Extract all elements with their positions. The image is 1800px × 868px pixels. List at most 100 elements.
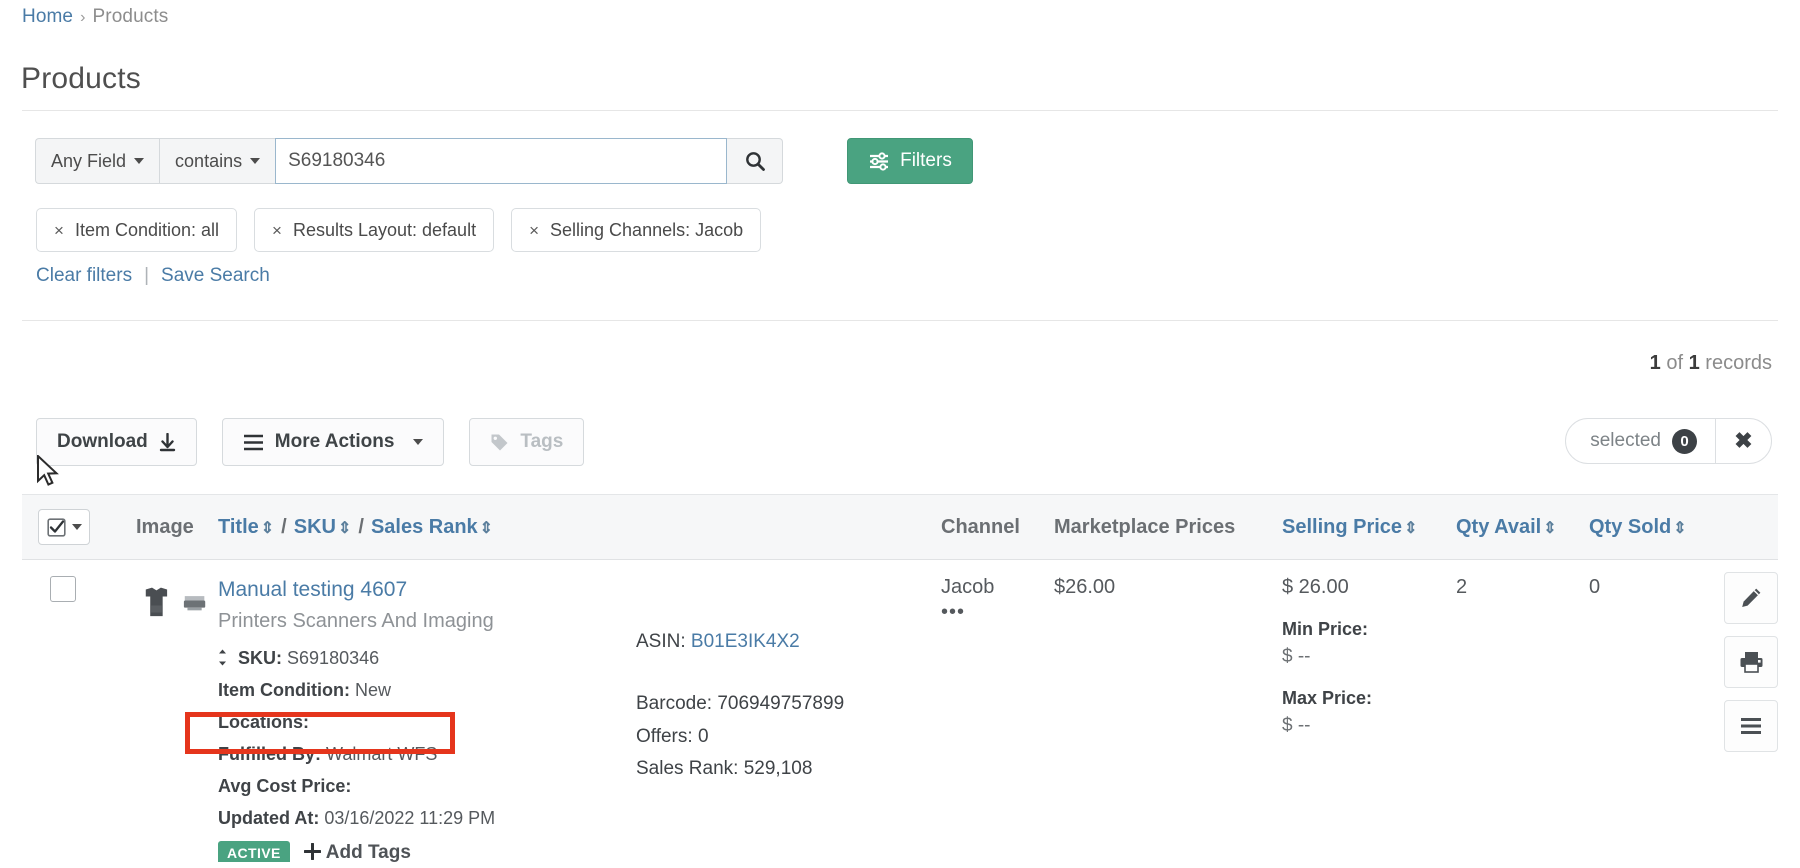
avg-cost-price-label: Avg Cost Price:	[218, 775, 352, 796]
product-offers: Offers: 0	[636, 721, 929, 753]
remove-chip-icon[interactable]: ×	[529, 222, 539, 239]
field-selector-dropdown[interactable]: Any Field	[35, 138, 160, 184]
selected-label: selected	[1590, 430, 1661, 451]
select-all-dropdown[interactable]	[38, 509, 90, 545]
header-selling-price[interactable]: Selling Price ⇕	[1276, 516, 1450, 539]
max-price-value: $ --	[1282, 715, 1311, 736]
channel-more-button[interactable]: •••	[941, 601, 1042, 624]
clear-selection-button[interactable]: ✖	[1715, 419, 1771, 463]
header-slash: /	[358, 515, 364, 538]
operator-selector-label: contains	[175, 150, 243, 171]
row-menu-button[interactable]	[1724, 700, 1778, 752]
row-actions	[1724, 572, 1778, 752]
chevron-down-icon	[134, 158, 145, 164]
filter-chip-selling-channels[interactable]: × Selling Channels: Jacob	[511, 208, 762, 252]
sku-label: SKU:	[238, 648, 283, 669]
link-divider: |	[144, 265, 150, 286]
asin-label: ASIN:	[636, 631, 686, 652]
edit-product-button[interactable]	[1724, 572, 1778, 624]
add-tags-button[interactable]: Add Tags	[303, 841, 411, 864]
updated-at-value: 03/16/2022 11:29 PM	[324, 807, 496, 828]
row-image-cell	[130, 576, 212, 865]
pencil-icon	[1742, 588, 1761, 607]
breadcrumb-home-link[interactable]: Home	[22, 6, 73, 27]
hamburger-icon	[1741, 718, 1761, 734]
download-arrow-icon	[159, 432, 175, 451]
more-actions-button[interactable]: More Actions	[221, 418, 445, 466]
max-price-label: Max Price:	[1282, 688, 1373, 708]
header-selling-price-label: Selling Price	[1282, 515, 1403, 538]
product-category: Printers Scanners And Imaging	[218, 610, 494, 633]
product-thumbnail-group[interactable]	[136, 576, 206, 624]
barcode-value: 706949757899	[717, 693, 845, 715]
print-product-button[interactable]	[1724, 636, 1778, 688]
offers-value: 0	[697, 725, 709, 747]
products-page: Home › Products Products Any Field contain…	[0, 0, 1800, 868]
header-qty-avail[interactable]: Qty Avail ⇕	[1450, 516, 1583, 539]
page-title: Products	[21, 62, 141, 95]
sort-icon: ⇕	[1543, 519, 1557, 537]
records-count: 1 of 1 records	[1650, 352, 1772, 375]
row-identifiers-cell: ASIN: B01E3IK4X2 Barcode: 706949757899 O…	[630, 576, 935, 865]
filter-chip-item-condition[interactable]: × Item Condition: all	[36, 208, 238, 252]
header-qty-sold[interactable]: Qty Sold ⇕	[1583, 516, 1723, 539]
product-title-link[interactable]: Manual testing 4607	[218, 576, 624, 604]
row-qty-avail-cell: 2	[1450, 576, 1583, 865]
sliders-icon	[870, 151, 889, 171]
plus-icon	[303, 842, 322, 861]
row-channel-cell: Jacob •••	[935, 576, 1048, 865]
sales-rank-label: Sales Rank:	[636, 757, 739, 779]
filters-button[interactable]: Filters	[847, 138, 973, 184]
download-button-label: Download	[57, 431, 148, 452]
filter-chip-label: Selling Channels: Jacob	[550, 219, 744, 240]
header-image: Image	[136, 515, 194, 538]
locations-label: Locations:	[218, 712, 310, 733]
product-sales-rank: Sales Rank: 529,108	[636, 753, 929, 785]
operator-selector-dropdown[interactable]: contains	[159, 138, 276, 184]
sku-value: S69180346	[287, 648, 380, 669]
sort-icon: ⇕	[1673, 519, 1687, 537]
row-select-cell	[22, 576, 130, 865]
remove-chip-icon[interactable]: ×	[272, 222, 282, 239]
save-search-link[interactable]: Save Search	[161, 265, 270, 286]
filter-chip-results-layout[interactable]: × Results Layout: default	[254, 208, 495, 252]
header-title-sku-salesrank[interactable]: Title ⇕ / SKU ⇕ / Sales Rank ⇕	[212, 516, 630, 539]
asin-link[interactable]: B01E3IK4X2	[691, 631, 800, 652]
product-fulfilled-by: Fulfilled By: Walmart WFS	[218, 741, 624, 769]
updown-arrow-icon	[219, 649, 226, 666]
checkbox-checked-icon	[46, 517, 66, 537]
section-divider	[22, 320, 1778, 321]
sales-rank-value: 529,108	[743, 757, 813, 779]
breadcrumb: Home › Products	[22, 6, 168, 28]
printer-icon	[1740, 652, 1762, 673]
remove-chip-icon[interactable]: ×	[54, 222, 64, 239]
row-checkbox[interactable]	[50, 576, 76, 602]
search-icon	[745, 152, 765, 171]
field-selector-label: Any Field	[51, 150, 127, 171]
selected-count-group: selected 0	[1566, 419, 1715, 463]
fulfilled-by-label: Fulfilled By:	[218, 744, 321, 765]
add-tags-label: Add Tags	[325, 841, 411, 863]
tags-button[interactable]: Tags	[469, 418, 585, 466]
min-price-label: Min Price:	[1282, 619, 1369, 639]
filter-chip-label: Results Layout: default	[292, 219, 477, 240]
chevron-down-icon	[250, 158, 261, 164]
header-slash: /	[281, 515, 287, 538]
row-selling-price-cell: $ 26.00 Min Price: $ -- Max Price: $ --	[1276, 576, 1450, 865]
tags-button-label: Tags	[520, 431, 564, 452]
search-submit-button[interactable]	[727, 138, 784, 184]
chevron-down-icon	[413, 439, 424, 445]
product-barcode: Barcode: 706949757899	[636, 688, 929, 720]
clear-filters-link[interactable]: Clear filters	[36, 265, 132, 286]
product-asin: ASIN: B01E3IK4X2	[636, 626, 929, 658]
table-header-row: Image Title ⇕ / SKU ⇕ / Sales Rank ⇕ Channel Ma…	[22, 494, 1778, 560]
chevron-down-icon	[71, 524, 82, 530]
sort-icon: ⇕	[1404, 519, 1418, 537]
product-image-icon	[145, 587, 168, 617]
hamburger-icon	[243, 434, 263, 450]
sort-icon: ⇕	[479, 519, 494, 537]
selection-summary: selected 0 ✖	[1565, 418, 1772, 464]
search-input[interactable]	[275, 138, 728, 184]
product-item-condition: Item Condition: New	[218, 677, 624, 705]
header-marketplace-prices: Marketplace Prices	[1054, 515, 1236, 538]
